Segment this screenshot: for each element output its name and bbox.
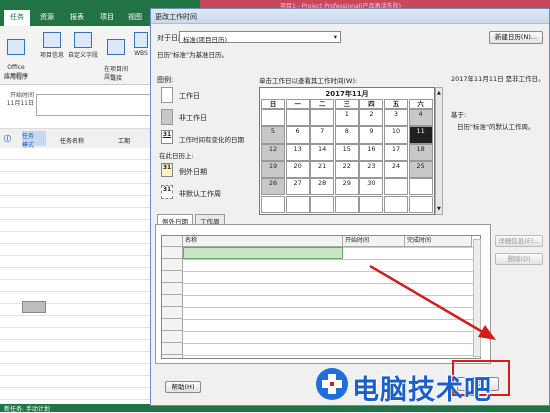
annotation-arrow <box>369 264 496 340</box>
watermark-logo-icon <box>316 368 348 400</box>
arrow-head <box>478 325 496 340</box>
watermark-text: 电脑技术吧 <box>352 375 492 406</box>
arrow-shaft <box>369 264 487 336</box>
medical-cross-icon <box>322 374 342 394</box>
watermark: 电脑技术吧 <box>316 364 550 406</box>
